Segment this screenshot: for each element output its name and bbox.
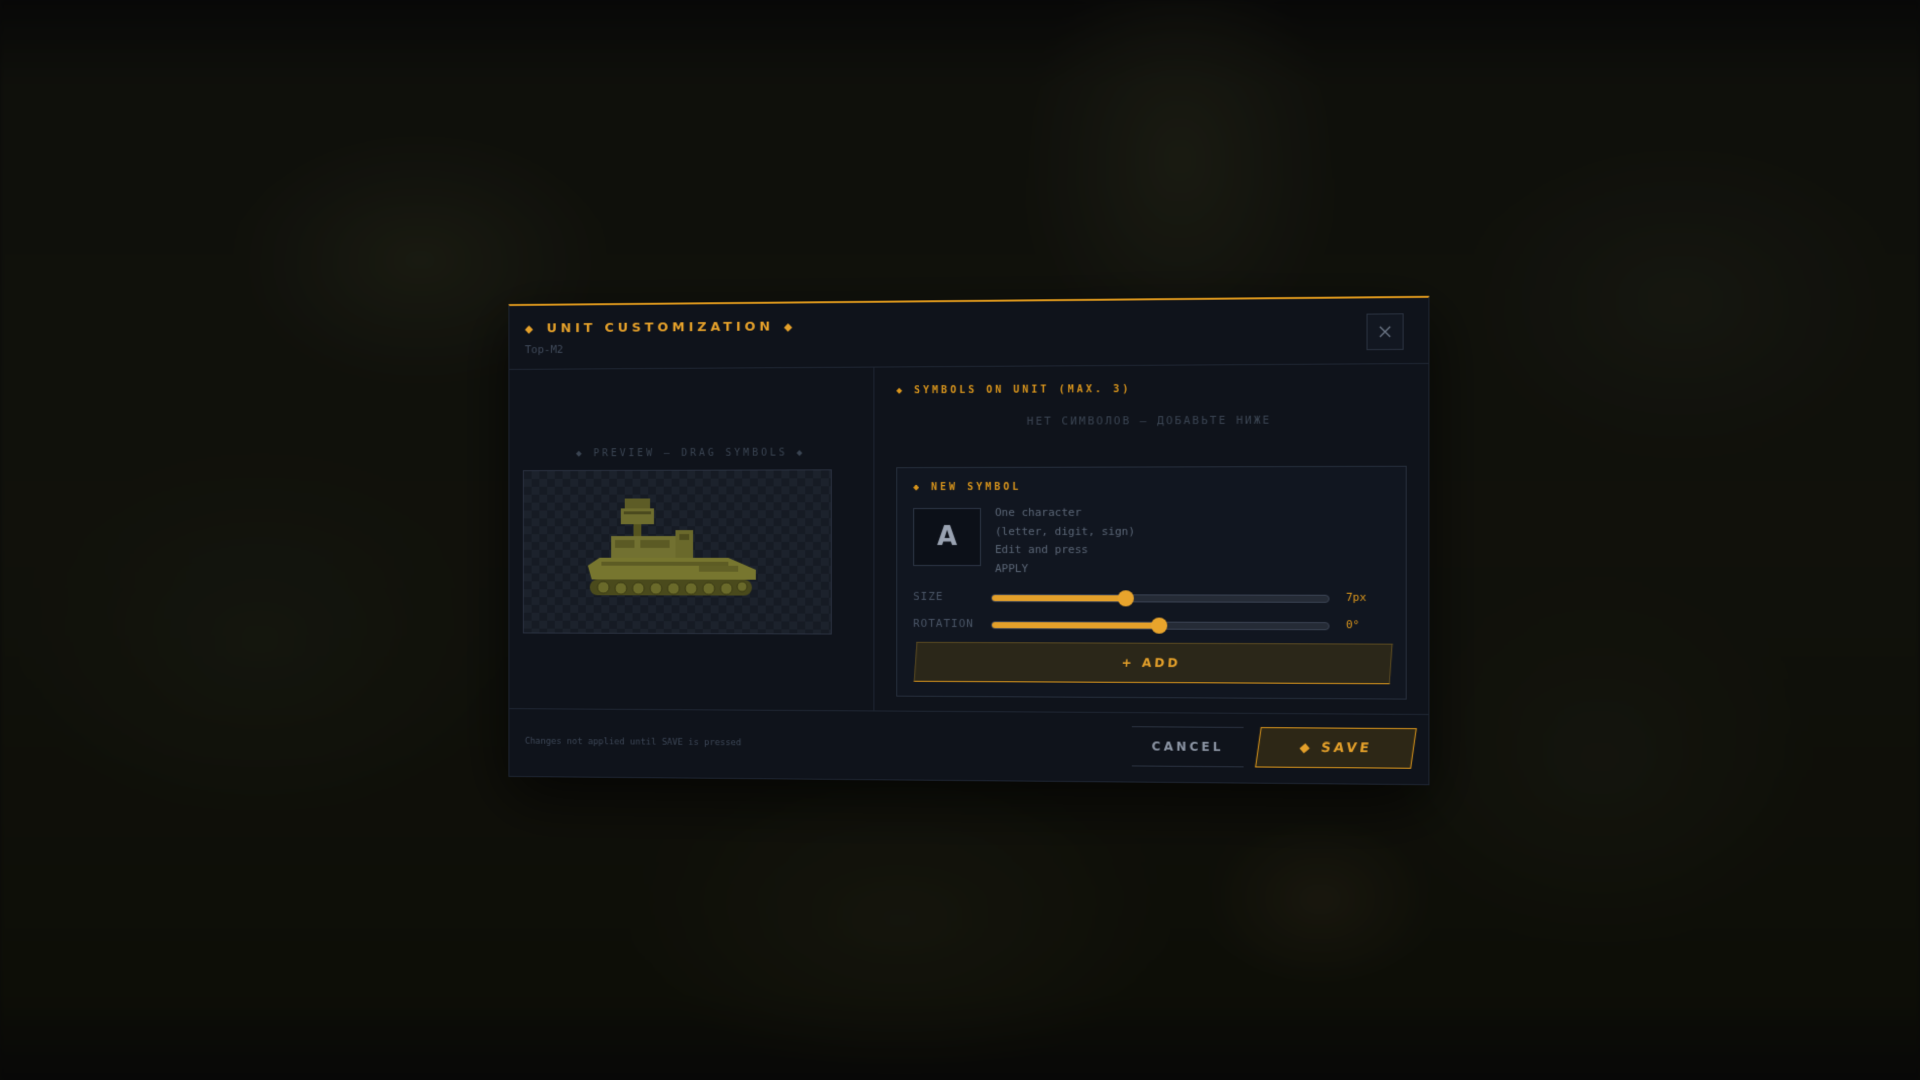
size-slider-handle[interactable] xyxy=(1117,590,1134,607)
preview-panel: ◆ PREVIEW — DRAG SYMBOLS ◆ xyxy=(509,367,875,711)
rotation-slider-handle[interactable] xyxy=(1151,617,1168,634)
footer-note: Changes not applied until SAVE is presse… xyxy=(524,736,742,749)
close-icon xyxy=(1378,325,1392,339)
size-label: SIZE xyxy=(913,589,944,603)
empty-symbols-message: НЕТ СИМВОЛОВ — ДОБАВЬТЕ НИЖЕ xyxy=(1026,413,1272,428)
new-symbol-panel: ◆ NEW SYMBOL A One character (letter, di… xyxy=(896,465,1407,700)
symbols-section-title: ◆ SYMBOLS ON UNIT (MAX. 3) xyxy=(896,384,1132,397)
save-button-label: SAVE xyxy=(1319,740,1373,756)
preview-canvas[interactable] xyxy=(522,469,832,635)
dialog-footer: Changes not applied until SAVE is presse… xyxy=(509,708,1429,785)
size-slider-fill xyxy=(991,595,1126,602)
diamond-icon: ◆ xyxy=(913,482,932,494)
cancel-button[interactable]: CANCEL xyxy=(1131,726,1244,768)
size-slider[interactable] xyxy=(990,590,1330,607)
save-button[interactable]: ◆ SAVE xyxy=(1254,727,1417,769)
size-value: 7px xyxy=(1345,590,1367,604)
unit-name: Тор-М2 xyxy=(524,342,564,357)
preview-label: ◆ PREVIEW — DRAG SYMBOLS ◆ xyxy=(575,447,806,460)
diamond-icon: ◆ xyxy=(1298,740,1314,756)
diamond-icon: ◆ xyxy=(524,322,537,336)
rotation-slider-fill xyxy=(991,622,1160,629)
rotation-label: ROTATION xyxy=(913,616,974,631)
diamond-icon: ◆ xyxy=(896,385,915,397)
dialog-title-text: UNIT CUSTOMIZATION xyxy=(546,319,774,337)
unit-customization-dialog: ◆ UNIT CUSTOMIZATION ◆ Тор-М2 ◆ PREVIEW … xyxy=(508,295,1430,786)
symbol-hint: One character (letter, digit, sign) Edit… xyxy=(994,505,1135,575)
unit-sprite xyxy=(587,498,756,615)
dialog-header: ◆ UNIT CUSTOMIZATION ◆ Тор-М2 xyxy=(509,297,1429,370)
diamond-icon: ◆ xyxy=(783,320,797,334)
new-symbol-title: ◆ NEW SYMBOL xyxy=(913,481,1022,494)
dialog-title: ◆ UNIT CUSTOMIZATION ◆ xyxy=(524,319,797,337)
close-button[interactable] xyxy=(1366,313,1404,351)
symbols-panel: ◆ SYMBOLS ON UNIT (MAX. 3) НЕТ СИМВОЛОВ … xyxy=(874,364,1428,714)
rotation-value: 0° xyxy=(1345,618,1360,632)
symbol-character-input[interactable]: A xyxy=(913,507,981,567)
rotation-slider[interactable] xyxy=(990,617,1330,634)
add-symbol-button[interactable]: + ADD xyxy=(913,641,1393,685)
